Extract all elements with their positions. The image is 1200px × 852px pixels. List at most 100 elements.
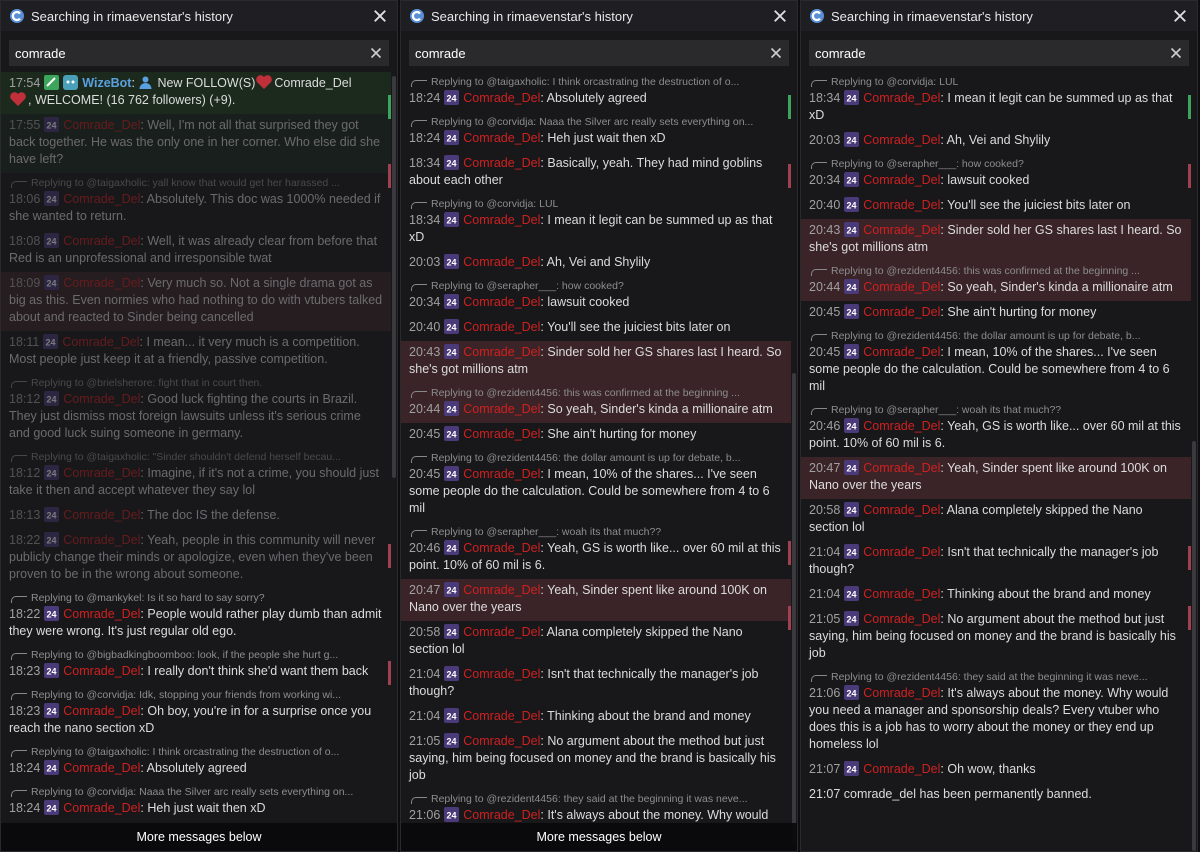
reply-context[interactable]: Replying to @serapher___: woah its that …: [409, 525, 783, 539]
message-username[interactable]: Comrade_Del: [463, 808, 540, 822]
message-username[interactable]: Comrade_Del: [63, 704, 140, 718]
message-username[interactable]: Comrade_Del: [863, 587, 940, 601]
message-username[interactable]: Comrade_Del: [863, 198, 940, 212]
message-username[interactable]: Comrade_Del: [863, 612, 940, 626]
reply-context[interactable]: Replying to @mankykel: Is it so hard to …: [9, 591, 383, 605]
reply-context[interactable]: Replying to @corvidja: Naaa the Silver a…: [409, 115, 783, 129]
message-username[interactable]: Comrade_Del: [463, 467, 540, 481]
message-username[interactable]: Comrade_Del: [463, 625, 540, 639]
message-list[interactable]: Replying to @corvidja: LUL 18:34 24 Comrade…: [801, 72, 1191, 851]
message-username[interactable]: Comrade_Del: [463, 295, 540, 309]
message-username[interactable]: Comrade_Del: [63, 607, 140, 621]
message-username[interactable]: WizeBot: [82, 76, 131, 90]
search-input[interactable]: comrade: [409, 40, 789, 66]
message-username[interactable]: Comrade_Del: [863, 461, 940, 475]
reply-context[interactable]: Replying to @rezident4456: they said at …: [409, 792, 783, 806]
reply-context[interactable]: Replying to @serapher___: woah its that …: [809, 403, 1183, 417]
reply-context[interactable]: Replying to @taigaxholic: yall know that…: [9, 176, 383, 190]
close-icon[interactable]: [1171, 7, 1189, 25]
message-username[interactable]: Comrade_Del: [463, 402, 540, 416]
reply-context[interactable]: Replying to @serapher___: how cooked?: [409, 279, 783, 293]
message-username[interactable]: Comrade_Del: [463, 734, 540, 748]
search-input-value[interactable]: comrade: [815, 46, 1169, 61]
search-input[interactable]: comrade: [9, 40, 389, 66]
svg-text:24: 24: [447, 348, 457, 358]
search-input-value[interactable]: comrade: [415, 46, 769, 61]
close-icon[interactable]: [771, 7, 789, 25]
message-username[interactable]: Comrade_Del: [463, 156, 540, 170]
message-list[interactable]: Replying to @taigaxholic: I think orcast…: [401, 72, 791, 851]
message-username[interactable]: Comrade_Del: [63, 192, 140, 206]
scrollbar[interactable]: [792, 373, 796, 843]
message-username[interactable]: Comrade_Del: [63, 118, 140, 132]
search-input-value[interactable]: comrade: [15, 46, 369, 61]
message-username[interactable]: Comrade_Del: [63, 533, 140, 547]
message-username[interactable]: Comrade_Del: [863, 545, 940, 559]
search-input[interactable]: comrade: [809, 40, 1189, 66]
message-username[interactable]: Comrade_Del: [863, 305, 940, 319]
message-username[interactable]: Comrade_Del: [463, 213, 540, 227]
scrollbar[interactable]: [1192, 441, 1196, 851]
reply-context[interactable]: Replying to @rezident4456: the dollar am…: [809, 329, 1183, 343]
message-username[interactable]: Comrade_Del: [863, 173, 940, 187]
message-username[interactable]: Comrade_Del: [463, 91, 540, 105]
window-title: Searching in rimaevenstar's history: [31, 8, 233, 24]
reply-context[interactable]: Replying to @bigbadkingboomboo: look, if…: [9, 648, 383, 662]
more-messages-below-button[interactable]: More messages below: [401, 823, 797, 851]
message-username[interactable]: Comrade_Del: [863, 345, 940, 359]
reply-context[interactable]: Replying to @corvidja: LUL: [409, 197, 783, 211]
message-username[interactable]: Comrade_Del: [863, 133, 940, 147]
message-timestamp: 20:46: [409, 541, 441, 555]
close-icon[interactable]: [371, 7, 389, 25]
sub-badge-icon: 24: [444, 344, 460, 360]
message-username[interactable]: Comrade_Del: [463, 667, 540, 681]
reply-context[interactable]: Replying to @corvidja: LUL: [809, 75, 1183, 89]
mention-marker: [1188, 606, 1191, 630]
message-username[interactable]: Comrade_Del: [463, 345, 540, 359]
message-username[interactable]: Comrade_Del: [63, 466, 140, 480]
message-username[interactable]: Comrade_Del: [463, 709, 540, 723]
message-username[interactable]: Comrade_Del: [863, 223, 940, 237]
message-username[interactable]: Comrade_Del: [63, 664, 140, 678]
reply-context[interactable]: Replying to @rezident4456: the dollar am…: [409, 451, 783, 465]
message-username[interactable]: Comrade_Del: [463, 255, 540, 269]
message-username[interactable]: Comrade_Del: [62, 335, 139, 349]
clear-search-icon[interactable]: [369, 46, 383, 60]
message-username[interactable]: Comrade_Del: [863, 91, 940, 105]
message-username[interactable]: Comrade_Del: [63, 508, 140, 522]
message-username[interactable]: Comrade_Del: [63, 801, 140, 815]
message-username[interactable]: Comrade_Del: [863, 280, 940, 294]
message-list[interactable]: 17:54 WizeBot: New FOLLOW(S) Comrade_Del , …: [1, 72, 391, 851]
reply-context[interactable]: Replying to @corvidja: Naaa the Silver a…: [9, 785, 383, 799]
more-messages-below-button[interactable]: More messages below: [1, 823, 397, 851]
reply-context[interactable]: Replying to @rezident4456: this was conf…: [409, 386, 783, 400]
reply-context[interactable]: Replying to @taigaxholic: I think orcast…: [9, 745, 383, 759]
scrollbar[interactable]: [392, 76, 396, 478]
message-username[interactable]: Comrade_Del: [863, 762, 940, 776]
svg-text:24: 24: [447, 405, 457, 415]
reply-context[interactable]: Replying to @taigaxholic: I think orcast…: [409, 75, 783, 89]
message-username[interactable]: Comrade_Del: [863, 503, 940, 517]
message-username[interactable]: Comrade_Del: [463, 541, 540, 555]
window-title: Searching in rimaevenstar's history: [831, 8, 1033, 24]
message-username[interactable]: Comrade_Del: [63, 392, 140, 406]
reply-context[interactable]: Replying to @taigaxholic: "Sinder should…: [9, 450, 383, 464]
message-username[interactable]: Comrade_Del: [463, 583, 540, 597]
clear-search-icon[interactable]: [769, 46, 783, 60]
reply-context[interactable]: Replying to @rezident4456: they said at …: [809, 670, 1183, 684]
message-username[interactable]: Comrade_Del: [63, 234, 140, 248]
message-username[interactable]: Comrade_Del: [463, 131, 540, 145]
clear-search-icon[interactable]: [1169, 46, 1183, 60]
reply-context[interactable]: Replying to @rezident4456: this was conf…: [809, 264, 1183, 278]
message-username[interactable]: Comrade_Del: [863, 419, 940, 433]
reply-context[interactable]: Replying to @serapher___: how cooked?: [809, 157, 1183, 171]
message-row: 18:09 24 Comrade_Del: Very much so. Not a …: [1, 272, 391, 331]
message-username[interactable]: Comrade_Del: [863, 686, 940, 700]
reply-context[interactable]: Replying to @brielsherore: fight that in…: [9, 376, 383, 390]
message-username[interactable]: Comrade_Del: [463, 427, 540, 441]
svg-text:24: 24: [847, 136, 857, 146]
message-username[interactable]: Comrade_Del: [63, 761, 140, 775]
reply-context[interactable]: Replying to @corvidja: Idk, stopping you…: [9, 688, 383, 702]
message-username[interactable]: Comrade_Del: [463, 320, 540, 334]
message-username[interactable]: Comrade_Del: [63, 276, 140, 290]
